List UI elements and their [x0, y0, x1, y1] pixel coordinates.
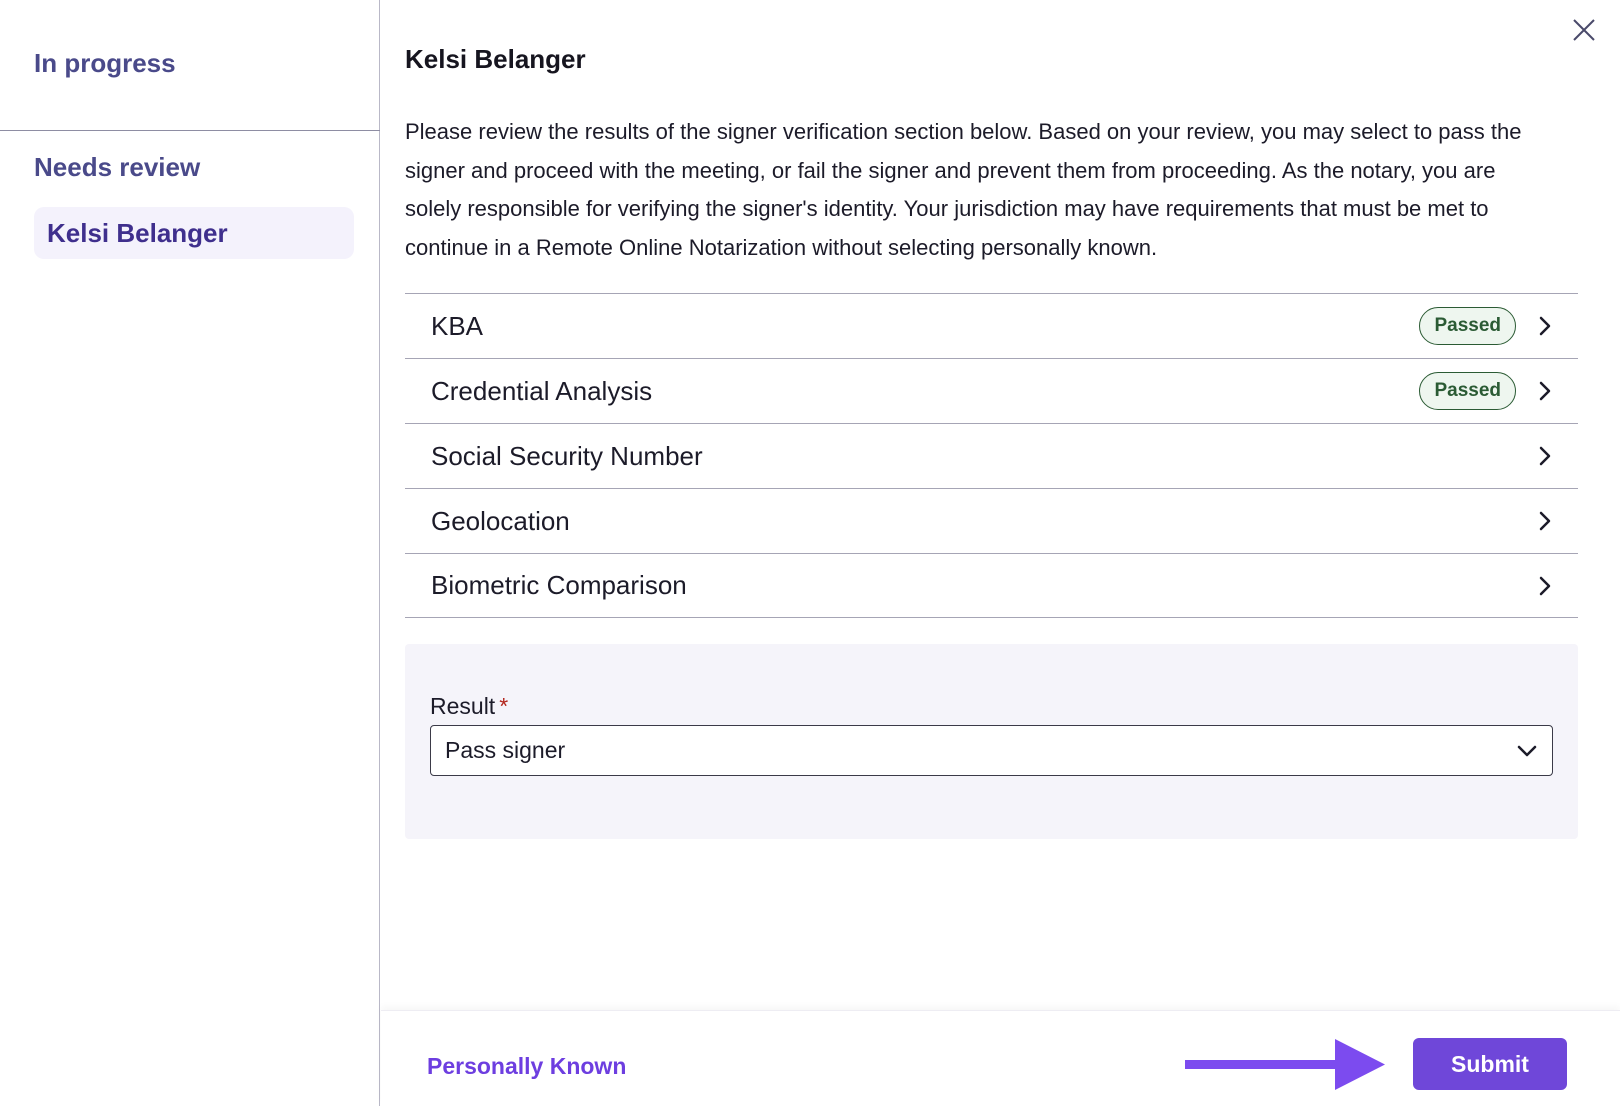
result-select-value: Pass signer	[445, 737, 566, 763]
verification-review-modal: In progress Needs review Kelsi Belanger …	[0, 0, 1620, 1106]
submit-button[interactable]: Submit	[1413, 1038, 1567, 1090]
chevron-down-icon	[1517, 745, 1537, 756]
main-panel: Kelsi Belanger Please review the results…	[381, 0, 1620, 1106]
review-instructions: Please review the results of the signer …	[405, 119, 1522, 260]
check-label: Social Security Number	[431, 440, 703, 471]
personally-known-link[interactable]: Personally Known	[427, 1053, 626, 1080]
check-row-credential-analysis[interactable]: Credential Analysis Passed	[405, 358, 1578, 423]
chevron-right-icon	[1539, 381, 1551, 401]
footer-bar: Personally Known Submit	[381, 1010, 1620, 1106]
check-label: Geolocation	[431, 505, 570, 536]
arrow-right-icon	[1185, 1039, 1385, 1090]
chevron-right-icon	[1539, 446, 1551, 466]
chevron-right-icon	[1539, 316, 1551, 336]
check-row-social-security-number[interactable]: Social Security Number	[405, 423, 1578, 488]
sidebar-item-label: Kelsi Belanger	[47, 217, 228, 248]
status-badge: Passed	[1419, 372, 1516, 410]
check-label: Credential Analysis	[431, 375, 653, 406]
status-badge: Passed	[1419, 307, 1516, 345]
required-indicator: *	[499, 693, 509, 719]
page-title: Kelsi Belanger	[405, 44, 586, 74]
verification-checks-list: KBA Passed Credential Analysis Passed So…	[405, 293, 1578, 618]
check-row-biometric-comparison[interactable]: Biometric Comparison	[405, 553, 1578, 618]
check-label: Biometric Comparison	[431, 570, 687, 600]
sidebar-item-kelsi-belanger[interactable]: Kelsi Belanger	[34, 207, 354, 259]
chevron-right-icon	[1539, 576, 1551, 595]
result-field-label: Result *	[430, 693, 508, 720]
close-icon[interactable]	[1572, 18, 1596, 42]
check-label: KBA	[431, 310, 484, 341]
chevron-right-icon	[1539, 511, 1551, 531]
check-row-kba[interactable]: KBA Passed	[405, 293, 1578, 358]
sidebar-section-in-progress: In progress	[34, 48, 176, 78]
sidebar-divider	[0, 130, 380, 131]
sidebar-section-needs-review: Needs review	[34, 152, 201, 182]
result-select[interactable]: Pass signer	[430, 725, 1553, 776]
sidebar: In progress Needs review Kelsi Belanger	[0, 0, 380, 1106]
check-row-geolocation[interactable]: Geolocation	[405, 488, 1578, 553]
result-label-text: Result	[430, 693, 496, 719]
result-panel: Result * Pass signer	[405, 644, 1578, 839]
